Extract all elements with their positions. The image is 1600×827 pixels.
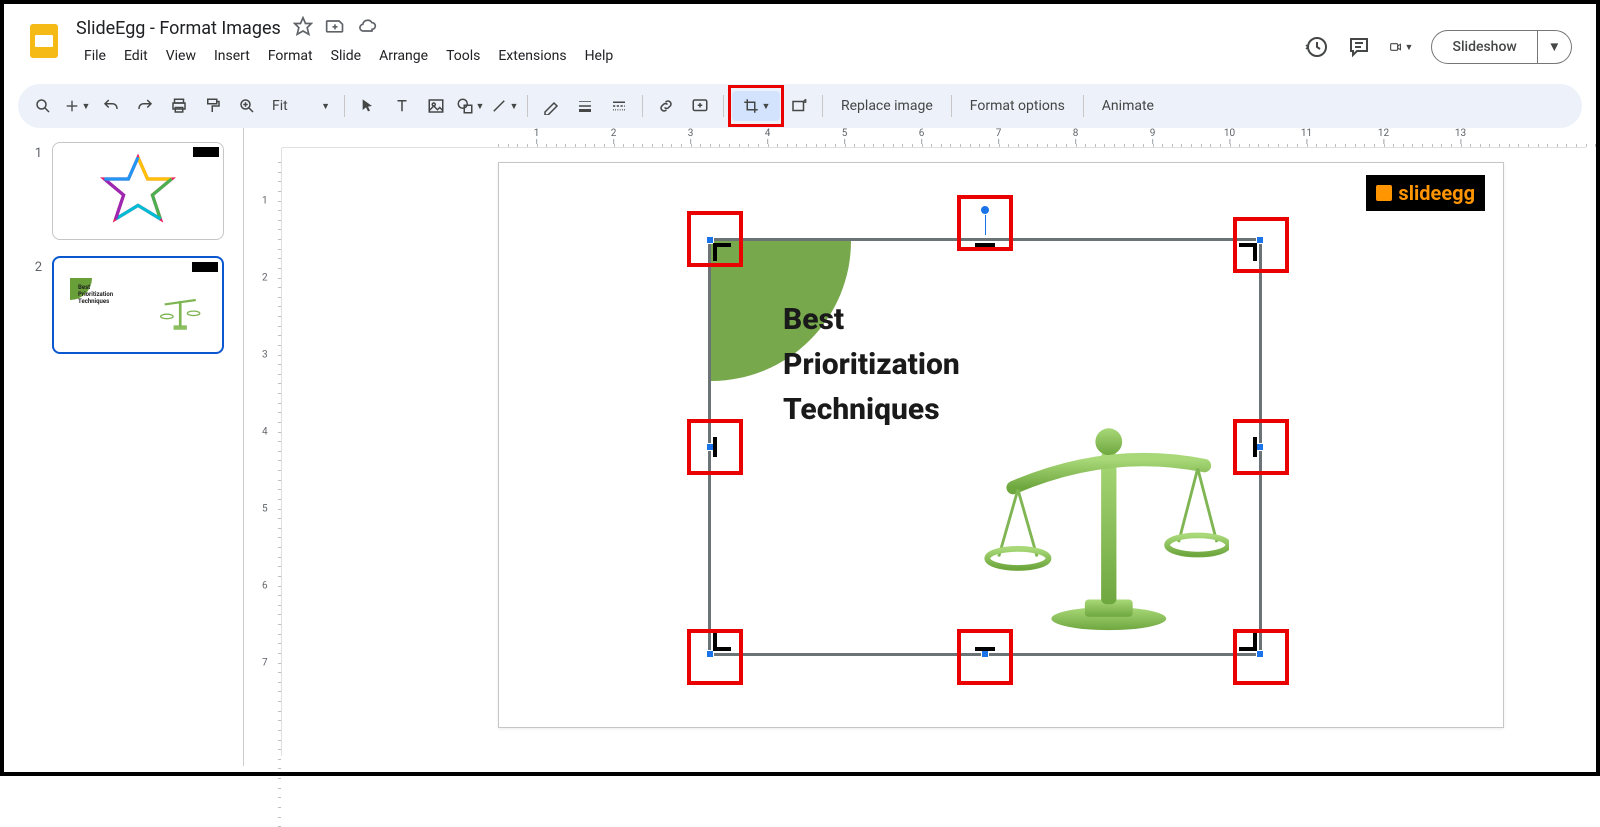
selection-handle[interactable] xyxy=(981,650,989,658)
crop-handle-bottom[interactable] xyxy=(975,647,995,651)
slideshow-dropdown[interactable]: ▼ xyxy=(1538,30,1572,64)
border-dash-icon[interactable] xyxy=(604,91,634,121)
new-slide-button[interactable]: ▼ xyxy=(62,91,92,121)
app-header: SlideEgg - Format Images File Edit View … xyxy=(4,4,1596,82)
thumb-number: 2 xyxy=(24,256,42,354)
print-icon[interactable] xyxy=(164,91,194,121)
menu-view[interactable]: View xyxy=(158,44,204,68)
menu-edit[interactable]: Edit xyxy=(116,44,156,68)
title-line: Best xyxy=(783,297,960,342)
crop-handle-br[interactable] xyxy=(1239,633,1257,651)
menu-arrange[interactable]: Arrange xyxy=(371,44,436,68)
menu-tools[interactable]: Tools xyxy=(438,44,488,68)
history-icon[interactable] xyxy=(1305,35,1329,59)
slide-thumbnail-2[interactable]: BestPrioritizationTechniques xyxy=(52,256,224,354)
slideshow-button-group: Slideshow ▼ xyxy=(1431,30,1572,64)
star-graphic xyxy=(83,151,193,231)
cloud-icon[interactable] xyxy=(357,16,377,40)
comments-icon[interactable] xyxy=(1347,35,1371,59)
menu-format[interactable]: Format xyxy=(260,44,321,68)
star-icon[interactable] xyxy=(293,16,313,40)
slide-thumbnail-1[interactable] xyxy=(52,142,224,240)
replace-image-button[interactable]: Replace image xyxy=(831,98,943,114)
border-weight-icon[interactable] xyxy=(570,91,600,121)
slideshow-button[interactable]: Slideshow xyxy=(1431,30,1537,64)
border-color-icon[interactable] xyxy=(536,91,566,121)
canvas-area: 12345678910111213 1234567 slideegg Best … xyxy=(248,128,1596,766)
title-line: Prioritization xyxy=(783,342,960,387)
selection-handle[interactable] xyxy=(1256,650,1264,658)
thumb-number: 1 xyxy=(24,142,42,240)
selection-handle[interactable] xyxy=(1256,236,1264,244)
crop-handle-tr[interactable] xyxy=(1239,243,1257,261)
mini-text: BestPrioritizationTechniques xyxy=(78,284,113,306)
animate-button[interactable]: Animate xyxy=(1092,98,1164,114)
move-icon[interactable] xyxy=(325,16,345,40)
crop-button[interactable]: ▼ xyxy=(732,91,780,121)
crop-handle-top[interactable] xyxy=(975,243,995,247)
redo-icon[interactable] xyxy=(130,91,160,121)
search-menus-icon[interactable] xyxy=(28,91,58,121)
logo-badge xyxy=(193,147,219,157)
reset-image-icon[interactable] xyxy=(784,91,814,121)
zoom-value: Fit xyxy=(272,98,288,114)
slide-canvas[interactable]: slideegg Best Prioritization Techniques xyxy=(498,162,1504,728)
selection-handle[interactable] xyxy=(1256,443,1264,451)
slideegg-logo: slideegg xyxy=(1366,175,1485,211)
zoom-select[interactable]: Fit▼ xyxy=(266,98,336,114)
menu-bar: File Edit View Insert Format Slide Arran… xyxy=(76,44,1305,68)
menu-slide[interactable]: Slide xyxy=(323,44,369,68)
format-options-button[interactable]: Format options xyxy=(960,98,1075,114)
select-tool-icon[interactable] xyxy=(353,91,383,121)
slide-title-text: Best Prioritization Techniques xyxy=(783,297,960,432)
panel-splitter[interactable] xyxy=(240,128,248,766)
main-area: 1 2 BestPrioritizationTechniques xyxy=(4,128,1596,766)
selected-image-crop[interactable]: Best Prioritization Techniques xyxy=(708,238,1262,656)
textbox-icon[interactable] xyxy=(387,91,417,121)
zoom-icon[interactable] xyxy=(232,91,262,121)
horizontal-ruler: 12345678910111213 xyxy=(282,128,1586,148)
meet-icon[interactable]: ▼ xyxy=(1389,35,1413,59)
logo-text: slideegg xyxy=(1398,181,1475,205)
crop-handle-bl[interactable] xyxy=(713,633,731,651)
undo-icon[interactable] xyxy=(96,91,126,121)
logo-badge xyxy=(192,262,218,272)
menu-insert[interactable]: Insert xyxy=(206,44,258,68)
menu-extensions[interactable]: Extensions xyxy=(490,44,574,68)
crop-handle-right[interactable] xyxy=(1253,437,1257,457)
rotation-line xyxy=(985,213,986,235)
crop-handle-left[interactable] xyxy=(713,437,717,457)
line-icon[interactable]: ▼ xyxy=(489,91,519,121)
add-comment-icon[interactable] xyxy=(685,91,715,121)
menu-file[interactable]: File xyxy=(76,44,114,68)
shape-icon[interactable]: ▼ xyxy=(455,91,485,121)
slide-panel: 1 2 BestPrioritizationTechniques xyxy=(4,128,240,766)
rotation-handle[interactable] xyxy=(980,205,990,215)
slides-logo[interactable] xyxy=(24,20,64,60)
mini-scale-icon xyxy=(154,292,202,332)
link-icon[interactable] xyxy=(651,91,681,121)
menu-help[interactable]: Help xyxy=(577,44,622,68)
image-icon[interactable] xyxy=(421,91,451,121)
document-title[interactable]: SlideEgg - Format Images xyxy=(76,18,281,39)
selection-handle[interactable] xyxy=(706,650,714,658)
crop-handle-tl[interactable] xyxy=(713,243,731,261)
toolbar: ▼ Fit▼ ▼ ▼ ▼ Replace image Format option… xyxy=(18,84,1582,128)
title-line: Techniques xyxy=(783,387,960,432)
balance-scale-icon xyxy=(979,413,1229,633)
paint-format-icon[interactable] xyxy=(198,91,228,121)
logo-square-icon xyxy=(1376,185,1392,201)
vertical-ruler: 1234567 xyxy=(262,148,282,756)
